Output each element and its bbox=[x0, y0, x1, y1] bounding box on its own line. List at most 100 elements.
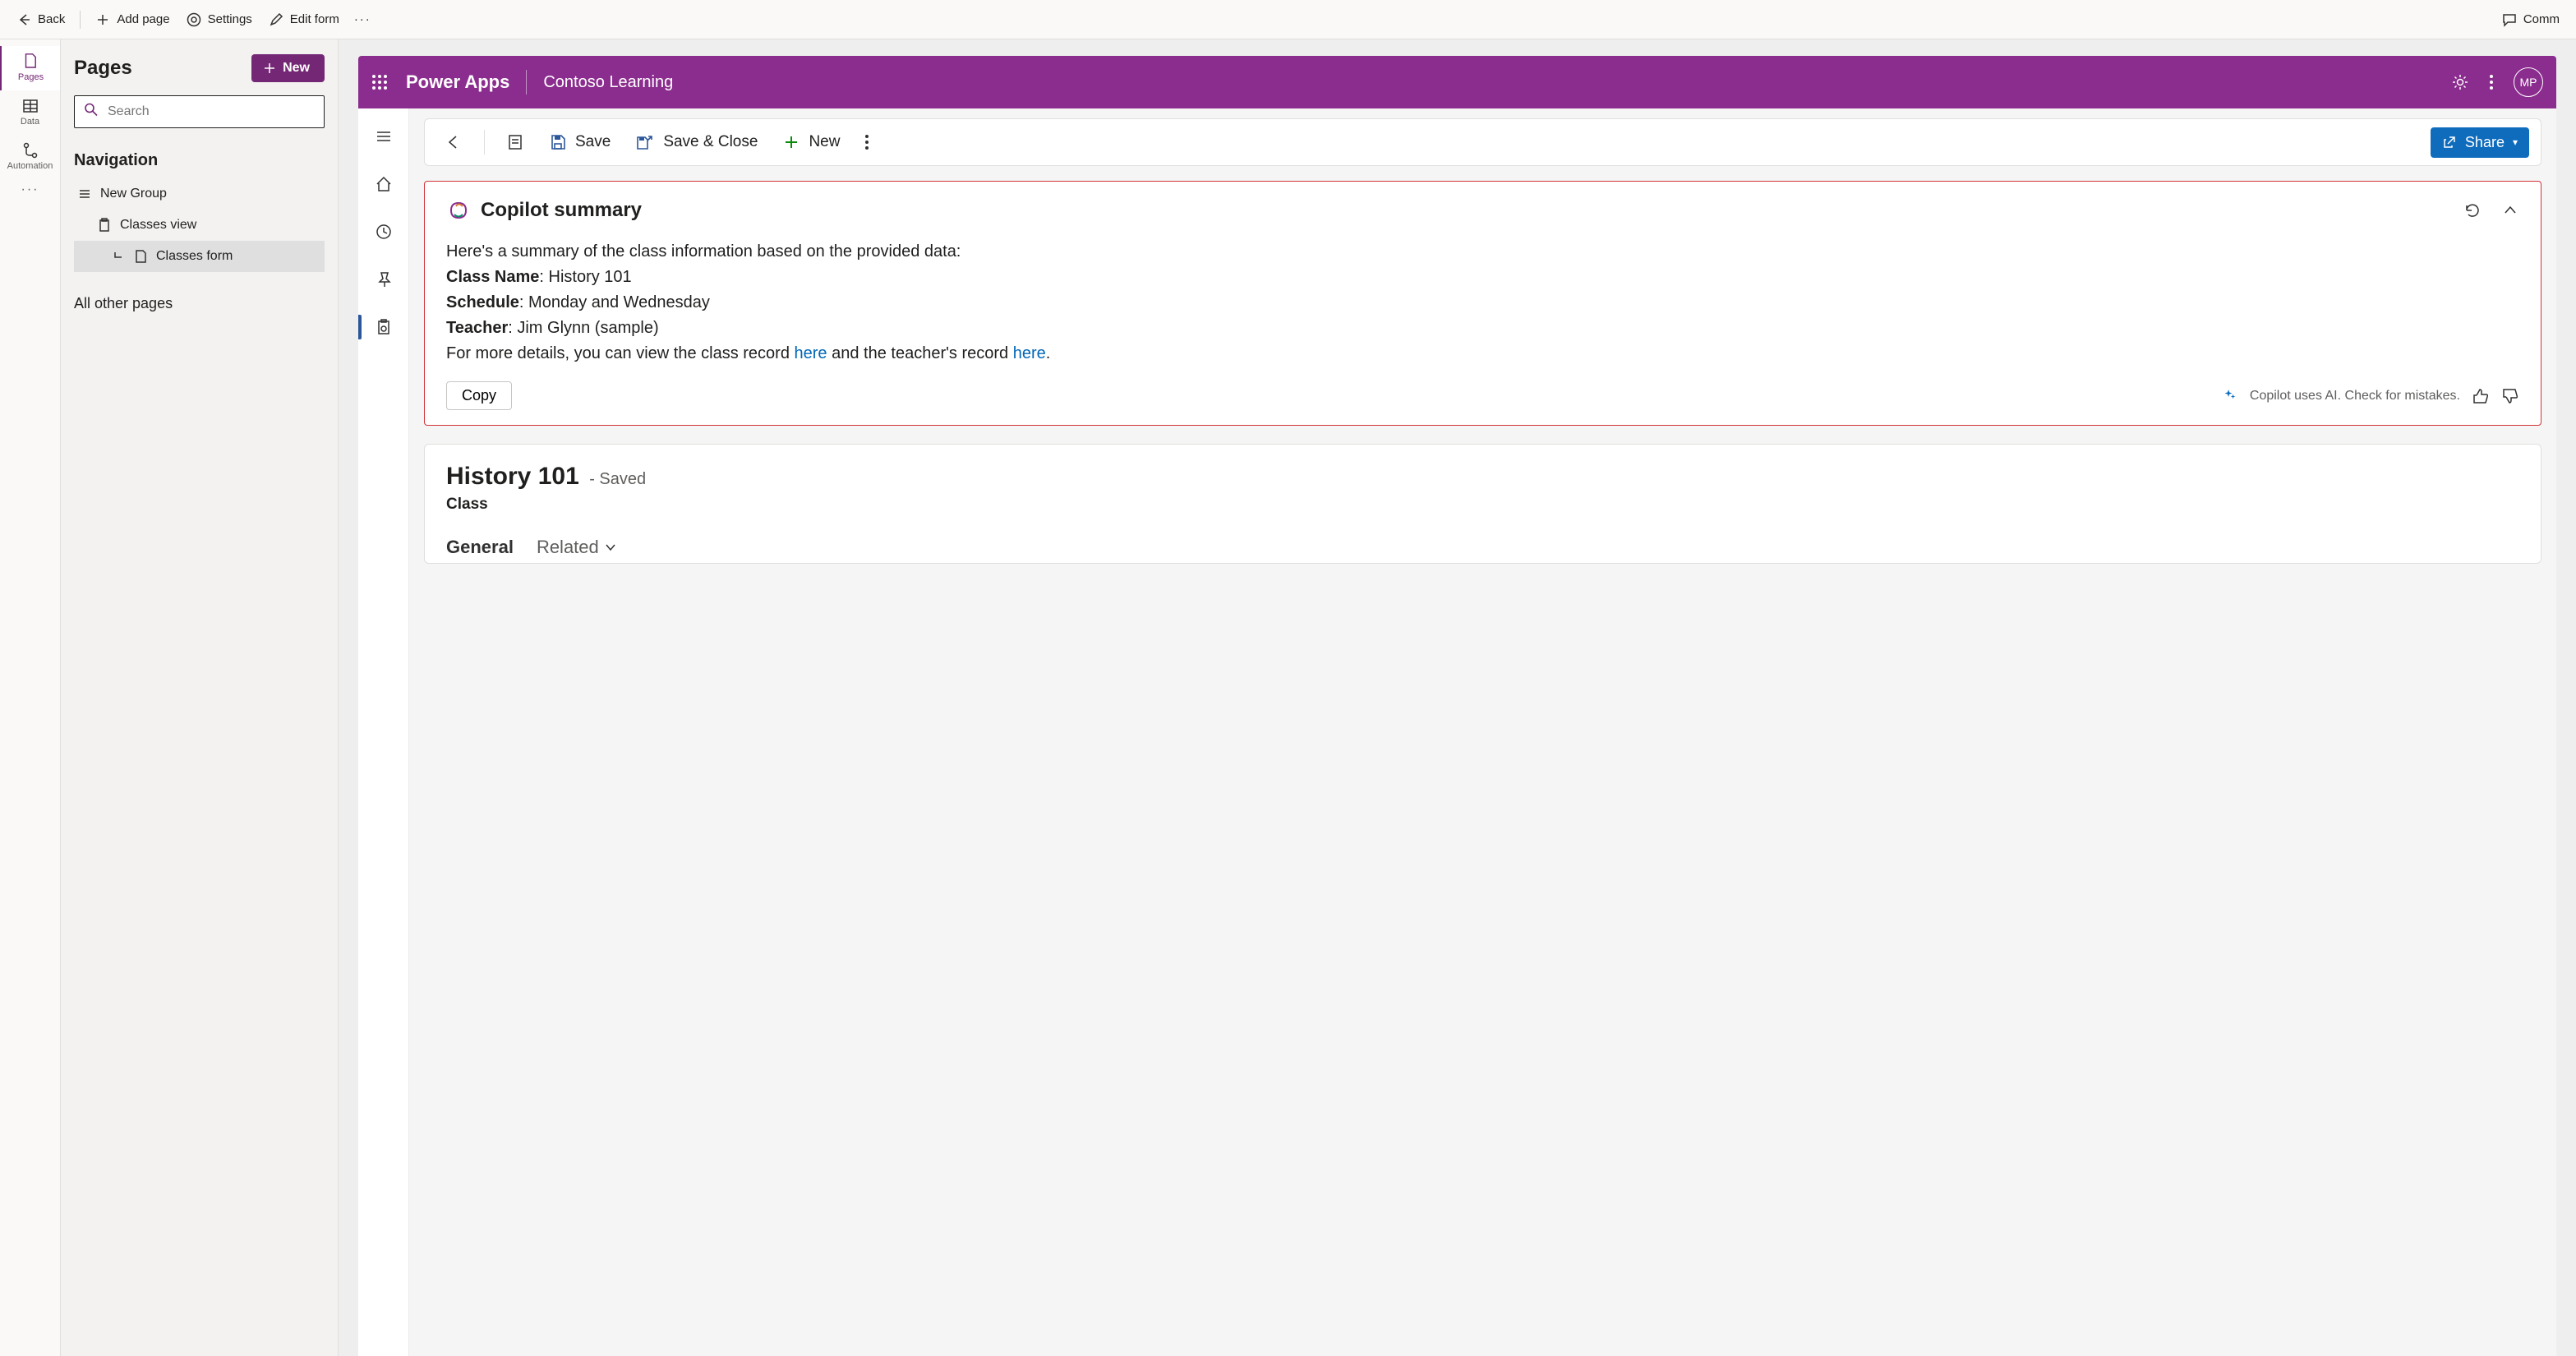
record-tabs: General Related bbox=[446, 537, 2519, 558]
classes-nav-button[interactable] bbox=[367, 311, 400, 344]
edit-form-label: Edit form bbox=[290, 12, 339, 26]
recent-button[interactable] bbox=[367, 215, 400, 248]
rail-data-label: Data bbox=[0, 117, 60, 127]
user-avatar[interactable]: MP bbox=[2514, 67, 2543, 97]
rail-pages-label: Pages bbox=[2, 72, 60, 82]
app-launcher-button[interactable] bbox=[366, 69, 393, 95]
edit-form-button[interactable]: Edit form bbox=[260, 7, 348, 32]
hamburger-button[interactable] bbox=[367, 120, 400, 153]
pages-panel: Pages New Navigation New Group Classes v… bbox=[61, 39, 339, 1356]
rail-data[interactable]: Data bbox=[0, 90, 60, 135]
rail-overflow[interactable]: ··· bbox=[15, 182, 46, 197]
top-overflow-button[interactable]: ··· bbox=[348, 12, 378, 26]
summary-more-c: . bbox=[1046, 344, 1051, 362]
app-preview-shell: Power Apps Contoso Learning MP bbox=[358, 56, 2556, 1356]
settings-label: Settings bbox=[208, 12, 252, 26]
hamburger-icon bbox=[375, 127, 393, 145]
avatar-initials: MP bbox=[2520, 76, 2537, 89]
record-saved-status: - Saved bbox=[589, 470, 646, 488]
back-button[interactable]: Back bbox=[8, 7, 73, 32]
pencil-icon bbox=[269, 12, 283, 27]
class-name-key: Class Name bbox=[446, 268, 539, 286]
share-label: Share bbox=[2465, 134, 2505, 151]
rail-pages[interactable]: Pages bbox=[0, 46, 60, 90]
schedule-key: Schedule bbox=[446, 293, 519, 311]
save-icon bbox=[549, 133, 567, 151]
settings-button[interactable]: Settings bbox=[178, 7, 260, 32]
list-icon bbox=[77, 187, 92, 201]
nav-classes-form-label: Classes form bbox=[156, 249, 233, 264]
clipboard-gear-icon bbox=[375, 318, 393, 336]
plus-icon bbox=[782, 133, 800, 151]
home-button[interactable] bbox=[367, 168, 400, 201]
waffle-icon bbox=[371, 74, 388, 90]
cmd-overflow-button[interactable] bbox=[856, 128, 878, 156]
summary-more-a: For more details, you can view the class… bbox=[446, 344, 795, 362]
record-header-card: History 101 - Saved Class General Relate… bbox=[424, 444, 2541, 564]
add-page-label: Add page bbox=[117, 12, 169, 26]
class-record-link[interactable]: here bbox=[795, 344, 827, 362]
copy-button[interactable]: Copy bbox=[446, 381, 512, 410]
add-page-button[interactable]: Add page bbox=[87, 7, 177, 32]
nav-group[interactable]: New Group bbox=[74, 178, 325, 210]
form-command-bar: Save Save & Close New bbox=[424, 118, 2541, 166]
app-title: Power Apps bbox=[406, 71, 509, 93]
form-icon bbox=[506, 133, 524, 151]
chevron-down-icon: ▾ bbox=[2513, 136, 2518, 148]
separator bbox=[80, 11, 81, 29]
rail-automation[interactable]: Automation bbox=[0, 135, 60, 179]
document-icon bbox=[133, 249, 148, 264]
save-label: Save bbox=[575, 133, 611, 151]
comments-label: Comm bbox=[2523, 12, 2560, 26]
save-close-label: Save & Close bbox=[663, 133, 758, 151]
home-icon bbox=[375, 175, 393, 193]
copilot-summary-title: Copilot summary bbox=[481, 199, 642, 222]
plus-icon bbox=[95, 12, 110, 27]
chevron-up-icon[interactable] bbox=[2501, 201, 2519, 219]
teacher-value: : Jim Glynn (sample) bbox=[508, 319, 658, 337]
thumbs-down-icon[interactable] bbox=[2501, 387, 2519, 405]
plus-icon bbox=[263, 62, 276, 75]
back-button[interactable] bbox=[436, 128, 471, 156]
record-entity-name: Class bbox=[446, 496, 2519, 514]
record-title: History 101 bbox=[446, 463, 579, 491]
table-icon bbox=[21, 97, 39, 115]
nav-classes-form[interactable]: Classes form bbox=[74, 241, 325, 272]
save-button[interactable]: Save bbox=[541, 128, 619, 156]
gear-icon[interactable] bbox=[2451, 73, 2469, 91]
pinned-button[interactable] bbox=[367, 263, 400, 296]
save-close-icon bbox=[635, 133, 655, 151]
thumbs-up-icon[interactable] bbox=[2472, 387, 2490, 405]
new-record-button[interactable]: New bbox=[774, 128, 848, 156]
comment-icon bbox=[2502, 12, 2517, 27]
arrow-left-icon bbox=[16, 12, 31, 27]
share-button[interactable]: Share ▾ bbox=[2431, 127, 2529, 158]
more-vertical-icon bbox=[864, 133, 869, 151]
flow-icon bbox=[21, 141, 39, 159]
more-vertical-icon[interactable] bbox=[2489, 73, 2494, 91]
navigation-heading: Navigation bbox=[74, 151, 325, 170]
top-command-bar: Back Add page Settings Edit form ··· Com… bbox=[0, 0, 2576, 39]
navigation-tree: New Group Classes view Classes form bbox=[74, 178, 325, 272]
summary-intro: Here's a summary of the class informatio… bbox=[446, 239, 2519, 265]
comments-button[interactable]: Comm bbox=[2494, 7, 2568, 32]
chevron-down-icon bbox=[604, 541, 617, 554]
nav-classes-view[interactable]: Classes view bbox=[74, 210, 325, 241]
class-name-value: : History 101 bbox=[539, 268, 631, 286]
refresh-icon[interactable] bbox=[2463, 201, 2482, 219]
search-input[interactable] bbox=[74, 95, 325, 128]
new-page-button[interactable]: New bbox=[251, 54, 325, 82]
copy-label: Copy bbox=[462, 387, 496, 404]
sparkle-icon bbox=[2223, 389, 2238, 404]
tab-related[interactable]: Related bbox=[537, 537, 617, 558]
new-page-label: New bbox=[283, 61, 310, 76]
app-main-content: Save Save & Close New bbox=[409, 108, 2556, 1356]
back-label: Back bbox=[38, 12, 65, 26]
save-close-button[interactable]: Save & Close bbox=[627, 128, 766, 156]
ai-disclaimer: Copilot uses AI. Check for mistakes. bbox=[2250, 389, 2460, 404]
clipboard-icon bbox=[97, 218, 112, 233]
teacher-record-link[interactable]: here bbox=[1013, 344, 1046, 362]
form-selector-button[interactable] bbox=[498, 128, 532, 156]
tab-general[interactable]: General bbox=[446, 537, 514, 558]
nav-selection-marker bbox=[358, 315, 362, 339]
